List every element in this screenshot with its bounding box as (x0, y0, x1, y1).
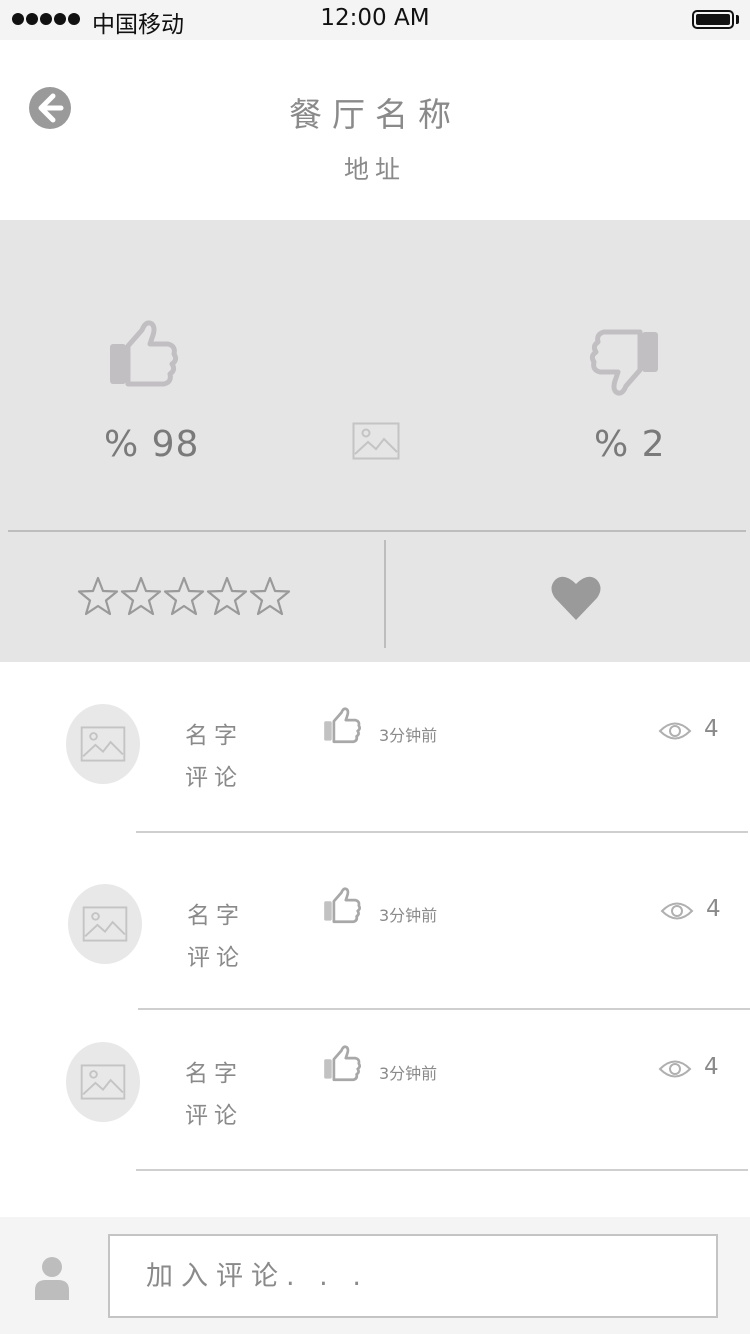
image-placeholder-icon (80, 1064, 126, 1100)
comment-time: 3分钟前 (379, 726, 438, 745)
comment-text: 评论 (187, 945, 245, 971)
eye-icon (658, 722, 692, 740)
panel-divider (8, 530, 746, 532)
view-count: 4 (704, 1054, 719, 1080)
dislike-percentage: % 2 (594, 424, 666, 465)
star-outline-icon (77, 576, 119, 616)
image-placeholder-icon (80, 726, 126, 762)
star-rating (77, 575, 291, 617)
heart-icon (551, 576, 601, 620)
comment-divider (138, 1008, 750, 1010)
comment-text: 评论 (185, 1103, 243, 1129)
star-5-button[interactable] (249, 575, 291, 617)
comment-time: 3分钟前 (379, 906, 438, 925)
comment-divider (136, 831, 748, 833)
star-3-button[interactable] (163, 575, 205, 617)
comment-time: 3分钟前 (379, 1064, 438, 1083)
comment-like-button[interactable] (322, 884, 362, 926)
battery-tip (736, 15, 739, 24)
favorite-button[interactable] (550, 574, 602, 622)
thumbs-up-icon (110, 320, 179, 387)
view-count: 4 (706, 896, 721, 922)
commenter-name: 名字 (187, 903, 245, 929)
star-4-button[interactable] (206, 575, 248, 617)
image-placeholder-icon (82, 906, 128, 942)
comment-input[interactable] (108, 1234, 718, 1318)
star-2-button[interactable] (120, 575, 162, 617)
comment-like-button[interactable] (322, 1042, 362, 1084)
comment-text: 评论 (185, 765, 243, 791)
like-percentage: % 98 (104, 424, 200, 465)
star-outline-icon (163, 576, 205, 616)
star-1-button[interactable] (77, 575, 119, 617)
restaurant-name: 餐厅名称 (289, 95, 461, 134)
commenter-name: 名字 (185, 1061, 243, 1087)
eye-icon (660, 902, 694, 920)
view-count: 4 (704, 716, 719, 742)
thumbs-down-icon (589, 329, 658, 396)
image-placeholder-icon (352, 422, 400, 460)
user-icon (35, 1257, 69, 1300)
commenter-name: 名字 (185, 723, 243, 749)
comment-like-button[interactable] (322, 704, 362, 746)
star-outline-icon (206, 576, 248, 616)
restaurant-address: 地址 (343, 155, 406, 184)
comment-divider (136, 1169, 748, 1171)
star-outline-icon (120, 576, 162, 616)
star-outline-icon (249, 576, 291, 616)
panel-vertical-divider (384, 540, 386, 648)
battery-icon (692, 10, 734, 29)
status-time: 12:00 AM (320, 5, 430, 31)
eye-icon (658, 1060, 692, 1078)
